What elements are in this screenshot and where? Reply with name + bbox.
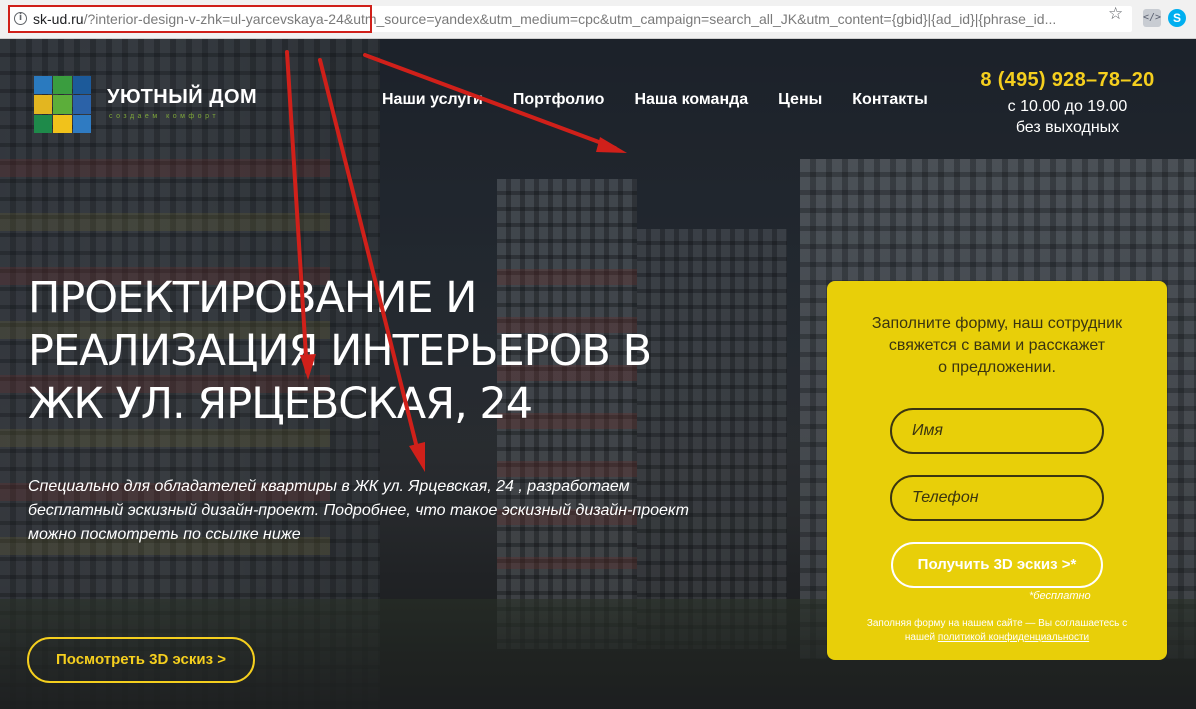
main-nav: Наши услуги Портфолио Наша команда Цены …	[382, 91, 928, 109]
request-form: Заполните форму, наш сотрудник свяжется …	[827, 281, 1167, 660]
name-input[interactable]: Имя	[890, 408, 1104, 454]
logo-tile	[34, 114, 53, 133]
lead-text-line: Специально для обладателей квартиры в ЖК…	[28, 478, 630, 495]
logo-tile	[72, 76, 91, 95]
skype-extension-icon[interactable]: S	[1168, 9, 1186, 27]
privacy-policy-link[interactable]: политикой конфиденциальности	[938, 632, 1089, 643]
url-highlight-box	[8, 5, 372, 33]
logo-tile	[34, 95, 53, 114]
get-3d-sketch-button[interactable]: Получить 3D эскиз >*	[891, 542, 1103, 588]
logo-subtitle: создаем комфорт	[109, 113, 220, 120]
logo-title: УЮТНЫЙ ДОМ	[107, 86, 258, 108]
url-field[interactable]: i sk-ud.ru/?interior-design-v-zhk=ul-yar…	[8, 5, 1132, 33]
page-title: ПРОЕКТИРОВАНИЕ И РЕАЛИЗАЦИЯ ИНТЕРЬЕРОВ В…	[28, 272, 748, 431]
logo-tile	[53, 76, 72, 95]
consent-line-2: нашей политикой конфиденциальности	[827, 631, 1167, 645]
working-hours-time: с 10.00 до 19.00	[1007, 98, 1128, 115]
form-intro-line: Заполните форму, наш сотрудник	[871, 315, 1123, 332]
extension-code-icon[interactable]: </>	[1143, 9, 1161, 27]
lead-text-line: можно посмотреть по ссылке ниже	[28, 526, 301, 543]
nav-item-prices[interactable]: Цены	[778, 91, 822, 109]
header-contact: 8 (495) 928–78–20 с 10.00 до 19.00 без в…	[960, 69, 1175, 138]
form-intro-line: свяжется с вами и расскажет	[888, 337, 1106, 354]
consent-line: Заполняя форму на нашем сайте — Вы согла…	[866, 618, 1128, 629]
form-intro-line: о предложении.	[938, 359, 1056, 376]
logo-tile	[72, 114, 91, 133]
logo-tile	[34, 76, 53, 95]
phone-number[interactable]: 8 (495) 928–78–20	[960, 69, 1175, 92]
view-3d-sketch-button[interactable]: Посмотреть 3D эскиз >	[27, 637, 255, 683]
phone-input[interactable]: Телефон	[890, 475, 1104, 521]
nav-item-portfolio[interactable]: Портфолио	[513, 91, 605, 109]
working-hours-days: без выходных	[1015, 119, 1120, 136]
consent-text: Заполняя форму на нашем сайте — Вы согла…	[827, 617, 1167, 645]
bookmark-star-icon[interactable]: ☆	[1108, 4, 1123, 24]
page-title-line: ПРОЕКТИРОВАНИЕ И	[28, 273, 477, 323]
nav-item-services[interactable]: Наши услуги	[382, 91, 483, 109]
browser-address-bar: i sk-ud.ru/?interior-design-v-zhk=ul-yar…	[0, 0, 1196, 39]
lead-text-line: бесплатный эскизный дизайн-проект. Подро…	[28, 502, 689, 519]
form-intro: Заполните форму, наш сотрудник свяжется …	[827, 313, 1167, 379]
logo-mosaic-icon	[34, 76, 91, 133]
page-title-line: ЖК УЛ. ЯРЦЕВСКАЯ, 24	[28, 379, 533, 429]
logo-tile	[53, 95, 72, 114]
page-title-line: РЕАЛИЗАЦИЯ ИНТЕРЬЕРОВ В	[28, 326, 652, 376]
hero-section: УЮТНЫЙ ДОМ создаем комфорт Наши услуги П…	[0, 39, 1196, 709]
lead-text: Специально для обладателей квартиры в ЖК…	[28, 475, 748, 547]
working-hours: с 10.00 до 19.00 без выходных	[960, 96, 1175, 138]
logo-tile	[53, 114, 72, 133]
nav-item-contacts[interactable]: Контакты	[852, 91, 927, 109]
free-note: *бесплатно	[1029, 590, 1091, 602]
site-logo[interactable]: УЮТНЫЙ ДОМ создаем комфорт	[34, 76, 274, 136]
nav-item-team[interactable]: Наша команда	[634, 91, 748, 109]
consent-prefix: нашей	[904, 632, 936, 643]
logo-tile	[72, 95, 91, 114]
